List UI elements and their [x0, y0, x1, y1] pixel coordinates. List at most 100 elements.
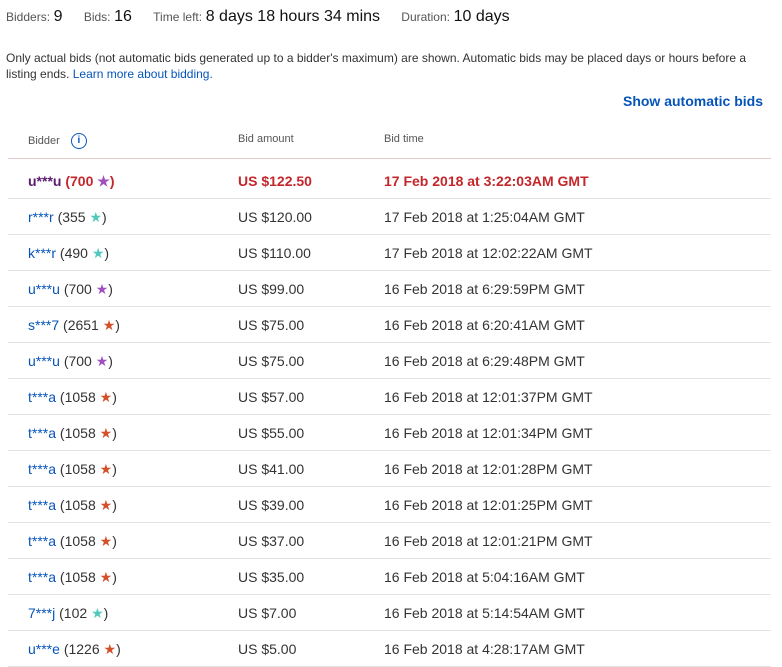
bidder-name-link[interactable]: u***e [28, 641, 60, 657]
table-row: 7***j (102 ★) US $7.00 16 Feb 2018 at 5:14… [8, 595, 771, 631]
bid-amount-cell: US $7.00 [238, 605, 297, 621]
bid-amount-cell: US $39.00 [238, 497, 305, 513]
feedback-star-icon: ★ [91, 605, 104, 621]
bidder-cell: u***e (1226 ★) [28, 641, 121, 658]
bidder-name-link[interactable]: u***u [28, 173, 61, 189]
bidder-cell: u***u (700 ★) [28, 353, 113, 370]
feedback-score-value: (1058 [59, 533, 96, 549]
bid-time-cell: 16 Feb 2018 at 12:01:28PM GMT [384, 461, 593, 477]
table-row: t***a (1058 ★) US $55.00 16 Feb 2018 at 12… [8, 415, 771, 451]
bid-amount-column-header: Bid amount [238, 133, 294, 145]
feedback-star-icon: ★ [99, 425, 113, 441]
feedback-star-icon: ★ [99, 461, 113, 477]
bid-amount-cell: US $99.00 [238, 281, 305, 297]
bid-time-cell: 17 Feb 2018 at 3:22:03AM GMT [384, 173, 589, 189]
bidder-cell: u***u (700 ★) [28, 173, 115, 190]
bid-amount-cell: US $57.00 [238, 389, 305, 405]
bid-table-body: u***u (700 ★) US $122.50 17 Feb 2018 at 3:… [8, 163, 771, 667]
show-automatic-bids-link[interactable]: Show automatic bids [623, 93, 763, 109]
feedback-score-value: (1058 [59, 497, 96, 513]
feedback-score: (1226 ★) [63, 641, 121, 657]
bid-amount-cell: US $120.00 [238, 209, 312, 225]
bidder-cell: u***u (700 ★) [28, 281, 113, 298]
bid-amount-cell: US $35.00 [238, 569, 305, 585]
feedback-score-value: (1058 [59, 569, 96, 585]
bidder-cell: s***7 (2651 ★) [28, 317, 120, 334]
bidder-cell: t***a (1058 ★) [28, 569, 117, 586]
bids-count: 16 [114, 8, 132, 25]
bidder-name-link[interactable]: t***a [28, 569, 56, 585]
bidder-name-link[interactable]: t***a [28, 533, 56, 549]
feedback-score: (1058 ★) [59, 389, 117, 405]
info-icon[interactable]: i [70, 133, 87, 149]
bid-amount-cell: US $75.00 [238, 353, 305, 369]
bid-amount-cell: US $37.00 [238, 533, 305, 549]
bidder-name-link[interactable]: s***7 [28, 317, 59, 333]
feedback-star-icon: ★ [99, 497, 113, 513]
feedback-score: (700 ★) [63, 353, 113, 369]
feedback-star-icon: ★ [95, 281, 109, 297]
table-row: t***a (1058 ★) US $57.00 16 Feb 2018 at 12… [8, 379, 771, 415]
bid-time-cell: 16 Feb 2018 at 12:01:25PM GMT [384, 497, 593, 513]
table-row: t***a (1058 ★) US $41.00 16 Feb 2018 at 12… [8, 451, 771, 487]
feedback-score: (700 ★) [63, 281, 113, 297]
bidder-name-link[interactable]: u***u [28, 353, 60, 369]
bidder-name-link[interactable]: u***u [28, 281, 60, 297]
feedback-star-icon: ★ [102, 317, 116, 333]
bid-time-cell: 16 Feb 2018 at 6:20:41AM GMT [384, 317, 585, 333]
table-row: t***a (1058 ★) US $37.00 16 Feb 2018 at 12… [8, 523, 771, 559]
bidder-name-link[interactable]: 7***j [28, 605, 55, 621]
time-left-value: 8 days 18 hours 34 mins [205, 8, 381, 25]
bidder-name-link[interactable]: t***a [28, 497, 56, 513]
bid-amount-cell: US $122.50 [238, 173, 312, 189]
bidders-count: 9 [53, 8, 63, 25]
feedback-score: (1058 ★) [59, 461, 117, 477]
bidder-header-label: Bidder [28, 134, 60, 147]
learn-more-link[interactable]: Learn more about bidding. [73, 67, 213, 81]
bidder-name-link[interactable]: t***a [28, 461, 56, 477]
bid-time-cell: 17 Feb 2018 at 1:25:04AM GMT [384, 209, 585, 225]
feedback-star-icon: ★ [99, 533, 113, 549]
feedback-star-icon: ★ [89, 209, 103, 225]
bid-amount-cell: US $110.00 [238, 245, 311, 261]
feedback-score: (1058 ★) [59, 497, 117, 513]
feedback-star-icon: ★ [103, 641, 117, 657]
bidder-cell: t***a (1058 ★) [28, 425, 117, 442]
table-row: r***r (355 ★) US $120.00 17 Feb 2018 at 1:… [8, 199, 771, 235]
table-row: k***r (490 ★) US $110.00 17 Feb 2018 at 12… [8, 235, 771, 271]
feedback-score-value: (700 [63, 281, 92, 297]
bid-time-cell: 16 Feb 2018 at 12:01:34PM GMT [384, 425, 593, 441]
bid-time-cell: 17 Feb 2018 at 12:02:22AM GMT [384, 245, 593, 261]
bid-amount-cell: US $55.00 [238, 425, 305, 441]
bidders-label: Bidders: [6, 10, 51, 24]
feedback-star-icon: ★ [95, 353, 109, 369]
bid-amount-cell: US $41.00 [238, 461, 305, 477]
feedback-score-value: (700 [63, 353, 92, 369]
feedback-score: (490 ★) [59, 245, 110, 261]
feedback-score: (1058 ★) [59, 569, 117, 585]
table-row: u***u (700 ★) US $75.00 16 Feb 2018 at 6:2… [8, 343, 771, 379]
feedback-score: (700 ★) [65, 173, 115, 189]
bidder-cell: t***a (1058 ★) [28, 497, 117, 514]
bid-time-cell: 16 Feb 2018 at 5:04:16AM GMT [384, 569, 585, 585]
bidder-name-link[interactable]: r***r [28, 209, 54, 225]
bidder-name-link[interactable]: t***a [28, 389, 56, 405]
auction-summary: Bidders: 9 Bids: 16 Time left: 8 days 18… [6, 8, 510, 26]
bidder-name-link[interactable]: t***a [28, 425, 56, 441]
table-row: u***e (1226 ★) US $5.00 16 Feb 2018 at 4:2… [8, 631, 771, 667]
bidder-cell: 7***j (102 ★) [28, 605, 108, 622]
feedback-score-value: (490 [59, 245, 88, 261]
bid-table-header: Bidder i Bid amount Bid time [8, 130, 771, 159]
feedback-score-value: (1226 [63, 641, 100, 657]
feedback-score-value: (2651 [63, 317, 99, 333]
winning-bid-row: u***u (700 ★) US $122.50 17 Feb 2018 at 3:… [8, 163, 771, 199]
table-row: u***u (700 ★) US $99.00 16 Feb 2018 at 6:2… [8, 271, 771, 307]
feedback-score: (355 ★) [57, 209, 107, 225]
bids-label: Bids: [83, 10, 111, 24]
feedback-score-value: (102 [59, 605, 88, 621]
feedback-score-value: (1058 [59, 425, 96, 441]
table-row: t***a (1058 ★) US $35.00 16 Feb 2018 at 5:… [8, 559, 771, 595]
bidder-name-link[interactable]: k***r [28, 245, 56, 261]
bid-time-cell: 16 Feb 2018 at 6:29:48PM GMT [384, 353, 585, 369]
bidder-cell: t***a (1058 ★) [28, 389, 117, 406]
